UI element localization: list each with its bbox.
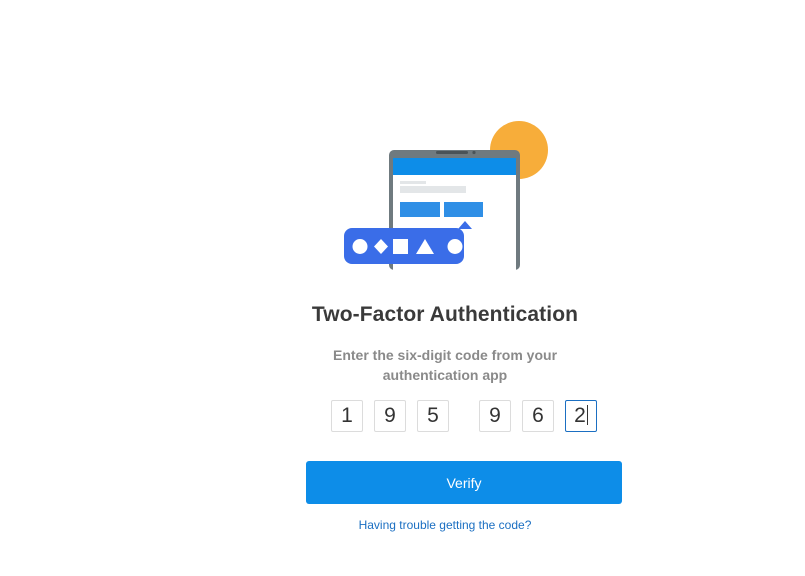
code-digit-4[interactable]: 9 — [479, 400, 511, 432]
verify-button[interactable]: Verify — [306, 461, 622, 504]
trouble-code-link[interactable]: Having trouble getting the code? — [0, 518, 805, 532]
code-digit-1[interactable]: 1 — [331, 400, 363, 432]
code-digit-2[interactable]: 9 — [374, 400, 406, 432]
code-digit-5[interactable]: 6 — [522, 400, 554, 432]
code-digit-6-value: 2 — [574, 404, 586, 427]
page-title: Two-Factor Authentication — [311, 303, 579, 326]
code-input-group: 1 9 5 9 6 2 — [0, 400, 805, 432]
text-caret — [586, 405, 588, 425]
code-digit-3[interactable]: 5 — [417, 400, 449, 432]
device-illustration — [344, 121, 548, 270]
instructions-text: Enter the six-digit code from your authe… — [332, 347, 558, 383]
code-digit-6[interactable]: 2 — [565, 400, 597, 432]
two-factor-page: Two-Factor Authentication Enter the six-… — [0, 0, 805, 576]
